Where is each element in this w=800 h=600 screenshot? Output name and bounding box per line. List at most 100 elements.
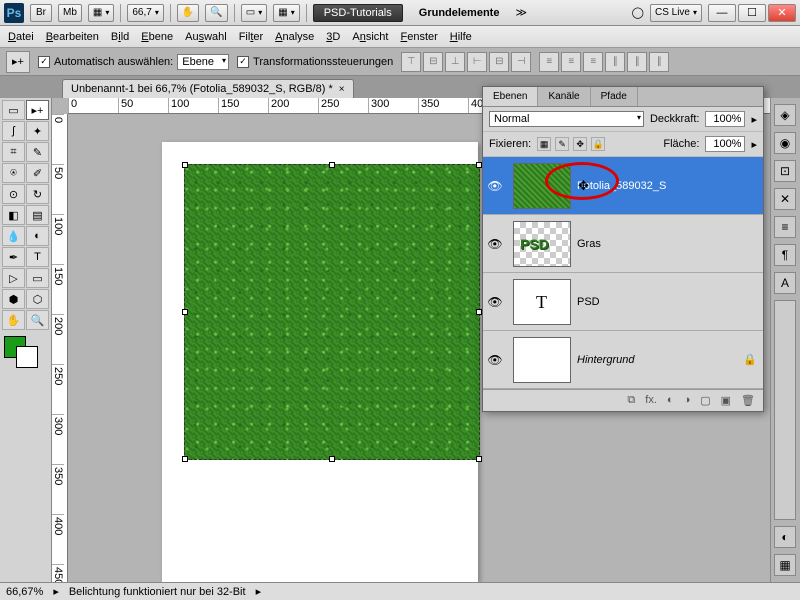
- layer-group-icon[interactable]: ▢: [700, 394, 710, 407]
- menu-hilfe[interactable]: Hilfe: [450, 31, 472, 43]
- cslive-icon[interactable]: ◯: [632, 6, 644, 19]
- blend-mode-select[interactable]: Normal: [489, 111, 644, 127]
- view-extras-button[interactable]: ▦: [88, 4, 114, 22]
- layer-thumbnail[interactable]: [513, 337, 571, 383]
- menu-ansicht[interactable]: Ansicht: [352, 31, 388, 43]
- dock-styles-icon[interactable]: ▦: [774, 554, 796, 576]
- transform-handle[interactable]: [329, 162, 335, 168]
- workspace-psd-tutorials[interactable]: PSD-Tutorials: [313, 4, 403, 22]
- blur-tool[interactable]: 💧: [2, 226, 25, 246]
- link-layers-icon[interactable]: ⧉: [627, 394, 635, 407]
- menu-bild[interactable]: Bild: [111, 31, 129, 43]
- workspace-grundelemente[interactable]: Grundelemente: [409, 5, 510, 21]
- align-top-icon[interactable]: ⊤: [401, 52, 421, 72]
- minibridge-button[interactable]: Mb: [58, 4, 82, 22]
- menu-3d[interactable]: 3D: [326, 31, 340, 43]
- crop-tool[interactable]: ⌗: [2, 142, 25, 162]
- cslive-dropdown[interactable]: CS Live: [650, 4, 702, 22]
- gradient-tool[interactable]: ▤: [26, 205, 49, 225]
- visibility-toggle[interactable]: 👁: [483, 295, 507, 309]
- 3d-camera-tool[interactable]: ⬡: [26, 289, 49, 309]
- lock-transparent-icon[interactable]: ▦: [537, 137, 551, 151]
- dodge-tool[interactable]: ◐: [26, 226, 49, 246]
- menu-bearbeiten[interactable]: Bearbeiten: [46, 31, 99, 43]
- dock-history-icon[interactable]: ≡: [774, 216, 796, 238]
- layer-name[interactable]: PSD: [577, 296, 763, 308]
- fill-slider-icon[interactable]: ▸: [751, 138, 757, 151]
- opacity-slider-icon[interactable]: ▸: [751, 113, 757, 126]
- transform-handle[interactable]: [182, 456, 188, 462]
- menu-datei[interactable]: Datei: [8, 31, 34, 43]
- align-vcenter-icon[interactable]: ⊟: [423, 52, 443, 72]
- tab-ebenen[interactable]: Ebenen: [483, 87, 538, 106]
- lock-pixels-icon[interactable]: ✎: [555, 137, 569, 151]
- menu-ebene[interactable]: Ebene: [141, 31, 173, 43]
- minimize-button[interactable]: —: [708, 4, 736, 22]
- screen-mode-button[interactable]: ▭: [241, 4, 267, 22]
- dist-bottom-icon[interactable]: ≡: [583, 52, 603, 72]
- layer-row[interactable]: 👁 PSD: [483, 273, 763, 331]
- type-tool[interactable]: T: [26, 247, 49, 267]
- menu-auswahl[interactable]: Auswahl: [185, 31, 227, 43]
- layer-fx-icon[interactable]: fx.: [645, 394, 657, 407]
- delete-layer-icon[interactable]: 🗑: [741, 394, 755, 407]
- dock-tool-icon[interactable]: ✕: [774, 188, 796, 210]
- layer-row[interactable]: 👁 Gras: [483, 215, 763, 273]
- brush-tool[interactable]: ✐: [26, 163, 49, 183]
- dock-adjust-icon[interactable]: ⊡: [774, 160, 796, 182]
- workspace-more-icon[interactable]: ≫: [515, 6, 527, 19]
- heal-tool[interactable]: ⍟: [2, 163, 25, 183]
- lock-all-icon[interactable]: 🔒: [591, 137, 605, 151]
- align-left-icon[interactable]: ⊢: [467, 52, 487, 72]
- close-button[interactable]: ✕: [768, 4, 796, 22]
- transform-handle[interactable]: [182, 162, 188, 168]
- tab-pfade[interactable]: Pfade: [591, 87, 638, 106]
- opacity-input[interactable]: 100%: [705, 111, 745, 127]
- close-tab-icon[interactable]: ×: [339, 84, 345, 95]
- maximize-button[interactable]: ☐: [738, 4, 766, 22]
- dock-swatches-icon[interactable]: ◐: [774, 526, 796, 548]
- transform-handle[interactable]: [476, 456, 482, 462]
- hand-tool[interactable]: ✋: [2, 310, 25, 330]
- layer-row[interactable]: 👁 Hintergrund 🔒: [483, 331, 763, 389]
- arrange-button[interactable]: ▦: [273, 4, 299, 22]
- tab-kanaele[interactable]: Kanäle: [538, 87, 590, 106]
- vertical-ruler[interactable]: 050100150200250300350400450: [52, 114, 68, 582]
- dist-top-icon[interactable]: ≡: [539, 52, 559, 72]
- transform-handle[interactable]: [182, 309, 188, 315]
- layer-row[interactable]: 👁 Fotolia_589032_S: [483, 157, 763, 215]
- new-layer-icon[interactable]: ▣: [721, 394, 731, 407]
- background-swatch[interactable]: [16, 346, 38, 368]
- dist-vcenter-icon[interactable]: ≡: [561, 52, 581, 72]
- menu-fenster[interactable]: Fenster: [400, 31, 437, 43]
- dist-right-icon[interactable]: ∥: [649, 52, 669, 72]
- history-brush-tool[interactable]: ↻: [26, 184, 49, 204]
- menu-filter[interactable]: Filter: [239, 31, 263, 43]
- dock-color-icon[interactable]: ◉: [774, 132, 796, 154]
- bridge-button[interactable]: Br: [30, 4, 52, 22]
- color-swatches[interactable]: [2, 336, 49, 376]
- lasso-tool[interactable]: ʃ: [2, 121, 25, 141]
- auto-select-checkbox[interactable]: ✓: [38, 56, 50, 68]
- dist-hcenter-icon[interactable]: ∥: [627, 52, 647, 72]
- lock-position-icon[interactable]: ✥: [573, 137, 587, 151]
- zoom-tool-button[interactable]: 🔍: [205, 4, 227, 22]
- transform-handle[interactable]: [329, 456, 335, 462]
- 3d-tool[interactable]: ⬢: [2, 289, 25, 309]
- pen-tool[interactable]: ✒: [2, 247, 25, 267]
- shape-tool[interactable]: ▭: [26, 268, 49, 288]
- fill-input[interactable]: 100%: [705, 136, 745, 152]
- align-hcenter-icon[interactable]: ⊟: [489, 52, 509, 72]
- zoom-level-dropdown[interactable]: 66,7: [127, 4, 163, 22]
- visibility-toggle[interactable]: 👁: [483, 179, 507, 193]
- path-select-tool[interactable]: ▷: [2, 268, 25, 288]
- grass-layer-image[interactable]: [184, 164, 480, 460]
- move-tool[interactable]: ▸+: [26, 100, 49, 120]
- layer-mask-icon[interactable]: ◐: [667, 394, 674, 407]
- visibility-toggle[interactable]: 👁: [483, 237, 507, 251]
- status-zoom[interactable]: 66,67%: [6, 586, 43, 598]
- transform-controls-checkbox[interactable]: ✓: [237, 56, 249, 68]
- hand-tool-button[interactable]: ✋: [177, 4, 199, 22]
- marquee-tool[interactable]: ▭: [2, 100, 25, 120]
- dock-char-icon[interactable]: A: [774, 272, 796, 294]
